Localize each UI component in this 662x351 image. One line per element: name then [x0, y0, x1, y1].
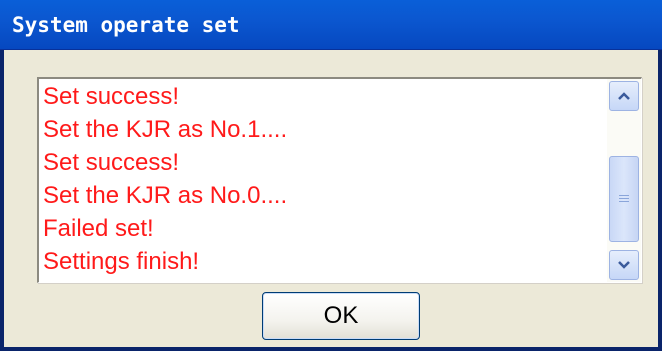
list-item[interactable]: Failed set! — [43, 212, 607, 245]
scrollbar-thumb[interactable] — [609, 156, 639, 242]
scroll-down-button[interactable] — [609, 250, 639, 280]
list-item[interactable]: Settings finish! — [43, 245, 607, 278]
dialog-window: System operate set Set success! Set the … — [0, 0, 662, 351]
log-listbox[interactable]: Set success! Set the KJR as No.1.... Set… — [37, 77, 642, 283]
window-title: System operate set — [12, 13, 240, 37]
vertical-scrollbar[interactable] — [607, 79, 641, 282]
scroll-up-button[interactable] — [609, 81, 639, 111]
title-bar[interactable]: System operate set — [0, 0, 662, 50]
list-item[interactable]: Set the KJR as No.0.... — [43, 179, 607, 212]
grip-icon — [619, 194, 629, 204]
chevron-down-icon — [618, 261, 630, 269]
chevron-up-icon — [618, 92, 630, 100]
ok-button[interactable]: OK — [262, 292, 420, 340]
list-item[interactable]: Set success! — [43, 80, 607, 113]
log-lines: Set success! Set the KJR as No.1.... Set… — [43, 80, 607, 282]
list-item[interactable]: Set the KJR as No.1.... — [43, 113, 607, 146]
list-item[interactable]: Set success! — [43, 146, 607, 179]
ok-button-label: OK — [323, 302, 359, 329]
